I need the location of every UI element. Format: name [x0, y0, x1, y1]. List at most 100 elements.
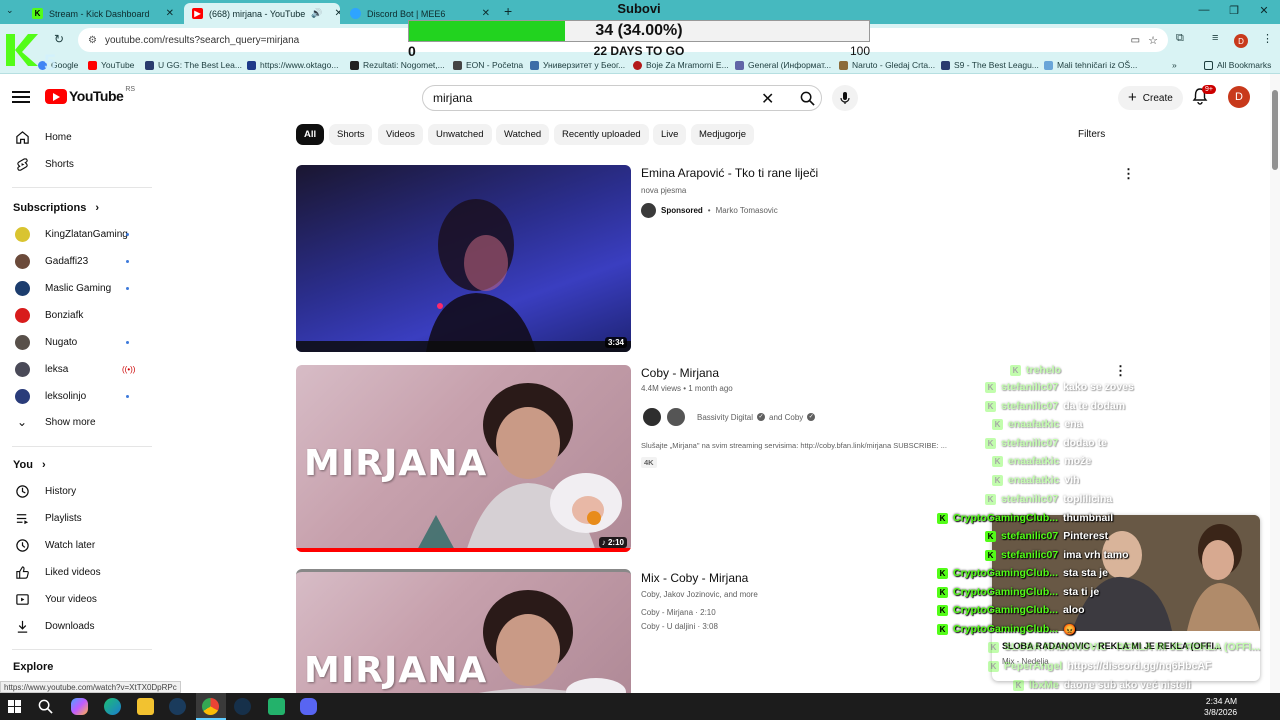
more-actions-icon[interactable]: ⋮ [1114, 363, 1127, 379]
sidebar-item-your-videos[interactable]: Your videos [0, 586, 152, 612]
star-icon[interactable]: ☆ [1148, 34, 1158, 47]
edge-icon[interactable] [104, 698, 121, 715]
more-actions-icon[interactable]: ⋮ [1122, 166, 1135, 182]
tab-kick-dashboard[interactable]: K Stream - Kick Dashboard ✕ [24, 3, 182, 24]
sidebar-item-watch-later[interactable]: Watch later [0, 532, 152, 558]
mix-track[interactable]: Coby - U daljini · 3:08 [641, 622, 718, 631]
show-more-button[interactable]: ⌄ Show more [0, 409, 152, 435]
sidebar-item-channel[interactable]: Gadaffi23 [0, 248, 152, 274]
close-tab-icon[interactable]: ✕ [166, 8, 174, 19]
close-tab-icon[interactable]: ✕ [334, 8, 340, 19]
search-button[interactable] [791, 86, 823, 110]
filters-button[interactable]: Filters [1078, 129, 1105, 140]
page-scrollbar[interactable] [1270, 74, 1280, 693]
all-bookmarks[interactable]: All Bookmarks [1204, 58, 1271, 72]
create-button[interactable]: + Create [1118, 86, 1183, 110]
kick-badge-icon: K [992, 418, 1003, 430]
close-window-icon[interactable]: ✕ [1252, 4, 1276, 17]
chip-shorts[interactable]: Shorts [329, 124, 373, 145]
sidebar-item-channel[interactable]: Nugato [0, 329, 152, 355]
channel-avatar[interactable] [641, 203, 656, 218]
scrollbar-thumb[interactable] [1272, 90, 1278, 170]
extensions-icon[interactable]: ⧉ [1176, 32, 1184, 45]
hamburger-menu-icon[interactable] [12, 88, 30, 106]
bookmark-item[interactable]: https://www.oktago... [247, 58, 338, 72]
subscriptions-heading[interactable]: Subscriptions › [13, 202, 99, 214]
taskbar-clock[interactable]: 2:34 AM 3/8/2026 [1204, 696, 1237, 718]
site-info-icon[interactable]: ⚙ [88, 35, 97, 46]
channel-name[interactable]: Bassivity Digital [697, 413, 753, 422]
bookmark-item[interactable]: Rezultati: Nogomet,... [350, 58, 445, 72]
minimize-icon[interactable]: — [1192, 4, 1216, 16]
steam-icon[interactable] [169, 698, 186, 715]
bookmark-item[interactable]: Boje Za Mramorni E... [633, 58, 729, 72]
app-icon[interactable] [268, 698, 285, 715]
chat-username: CryptoGamingClub... [953, 604, 1058, 616]
sidebar-item-channel[interactable]: Maslic Gaming [0, 275, 152, 301]
account-avatar[interactable]: D [1228, 86, 1250, 108]
bookmark-item[interactable]: Универзитет у Беог... [530, 58, 625, 72]
sidebar-item-liked-videos[interactable]: Liked videos [0, 559, 152, 585]
chip-unwatched[interactable]: Unwatched [428, 124, 492, 145]
mix-track[interactable]: Coby - Mirjana · 2:10 [641, 608, 716, 617]
cast-icon[interactable]: ▭ [1131, 35, 1140, 46]
bookmark-item[interactable]: U GG: The Best Lea... [145, 58, 242, 72]
sidebar-item-shorts[interactable]: Shorts [0, 151, 152, 177]
tab-youtube[interactable]: ▶ (668) mirjana - YouTube 🔊 ✕ [184, 3, 340, 24]
file-explorer-icon[interactable] [137, 698, 154, 715]
sidebar-item-history[interactable]: History [0, 478, 152, 504]
chip-recently-uploaded[interactable]: Recently uploaded [554, 124, 649, 145]
kick-badge-icon: K [985, 493, 996, 505]
video-title[interactable]: Emina Arapović - Tko ti rane liječi [641, 166, 818, 180]
sidebar-item-channel[interactable]: Bonziafk [0, 302, 152, 328]
video-thumbnail[interactable]: MIRJANA ♪ 2:10 [296, 365, 631, 552]
bookmark-item[interactable]: S9 - The Best Leagu... [941, 58, 1039, 72]
naruto-icon [839, 60, 848, 70]
channel-name[interactable]: and Coby [769, 413, 803, 422]
clear-search-icon[interactable]: ✕ [761, 89, 774, 109]
channel-name[interactable]: Marko Tomasovic [716, 206, 778, 215]
sidebar-item-channel[interactable]: KingZlatanGaming [0, 221, 152, 247]
bookmark-item[interactable]: General (Информат... [735, 58, 831, 72]
bookmark-item[interactable]: Mali tehničari iz OŠ... [1044, 58, 1137, 72]
more-bookmarks-icon[interactable]: » [1172, 58, 1177, 72]
sidebar-item-downloads[interactable]: Downloads [0, 613, 152, 639]
kick-badge-icon: K [992, 455, 1003, 467]
search-input[interactable] [423, 87, 753, 109]
chip-watched[interactable]: Watched [496, 124, 550, 145]
sidebar-item-channel[interactable]: leksolinjo [0, 383, 152, 409]
more-options-icon[interactable]: ⋮ [1262, 32, 1273, 45]
windows-start-icon[interactable] [8, 700, 21, 713]
chip-videos[interactable]: Videos [378, 124, 423, 145]
chip-live[interactable]: Live [653, 124, 687, 145]
tab-search-button[interactable]: ⌄ [6, 5, 20, 19]
mix-title[interactable]: Mix - Coby - Mirjana [641, 571, 748, 585]
media-icon[interactable]: ≡ [1212, 32, 1218, 44]
sidebar-item-home[interactable]: Home [0, 124, 152, 150]
chip-medjugorje[interactable]: Medjugorje [691, 124, 754, 145]
discord-icon[interactable] [300, 698, 317, 715]
channel-avatar[interactable] [641, 406, 663, 428]
copilot-icon[interactable] [71, 698, 88, 715]
chip-all[interactable]: All [296, 124, 325, 145]
profile-avatar[interactable]: D [1234, 34, 1248, 48]
search-icon[interactable] [38, 699, 53, 714]
sidebar-item-channel[interactable]: leksa ((•)) [0, 356, 152, 382]
speaker-icon[interactable]: 🔊 [311, 8, 322, 19]
channel-avatar[interactable] [665, 406, 687, 428]
bookmark-item[interactable]: YouTube [88, 58, 134, 72]
video-title[interactable]: Coby - Mirjana [641, 366, 719, 380]
sidebar-item-playlists[interactable]: Playlists [0, 505, 152, 531]
verified-icon: ✓ [757, 413, 766, 421]
bookmark-item[interactable]: Naruto - Gledaj Crta... [839, 58, 935, 72]
steam-icon[interactable] [234, 698, 251, 715]
youtube-logo[interactable]: YouTube RS [45, 86, 135, 104]
restore-icon[interactable]: ❐ [1222, 4, 1246, 17]
you-heading[interactable]: You › [13, 459, 46, 471]
mix-thumbnail[interactable]: MIRJANA [296, 569, 631, 693]
video-thumbnail[interactable]: 3:34 [296, 165, 631, 352]
live-icon: ((•)) [122, 364, 136, 374]
bookmark-item[interactable]: EON - Početna [453, 58, 523, 72]
chrome-icon[interactable] [202, 698, 219, 715]
voice-search-button[interactable] [832, 85, 858, 111]
